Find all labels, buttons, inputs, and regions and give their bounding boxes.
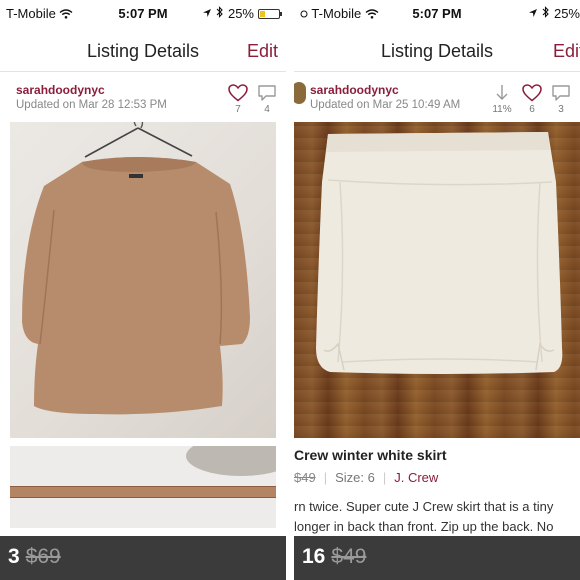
item-size: Size: 6 bbox=[335, 470, 375, 485]
seller-row: sarahdoodynyc Updated on Mar 25 10:49 AM… bbox=[294, 78, 580, 120]
skirt-image bbox=[316, 132, 563, 374]
current-price: 16 bbox=[302, 545, 326, 568]
price-display: 3 $69 bbox=[8, 545, 61, 569]
item-description: rn twice. Super cute J Crew skirt that i… bbox=[294, 497, 578, 537]
item-price-line: $49 | Size: 6 | J. Crew bbox=[294, 470, 438, 485]
heart-icon[interactable] bbox=[520, 84, 544, 102]
second-photo-thumbnail[interactable] bbox=[10, 446, 276, 528]
item-info: Crew winter white skirt $49 | Size: 6 | J. C… bbox=[294, 444, 580, 536]
listing-photo[interactable] bbox=[10, 122, 276, 438]
updated-timestamp: Updated on Mar 28 12:53 PM bbox=[16, 99, 167, 111]
price-bar: 16 $49 bbox=[294, 536, 580, 580]
price-display: 16 $49 bbox=[302, 545, 366, 569]
location-arrow-icon bbox=[528, 6, 538, 21]
item-brand[interactable]: J. Crew bbox=[394, 470, 438, 485]
location-arrow-icon bbox=[202, 6, 212, 21]
listing-panel-right: T-Mobile 5:07 PM 25% Listing Details Edi… bbox=[294, 0, 580, 580]
description-line: longer in back than front. Zip up the ba… bbox=[294, 519, 554, 534]
battery-icon bbox=[258, 8, 282, 19]
avatar[interactable] bbox=[294, 82, 306, 104]
panel-divider bbox=[286, 0, 294, 580]
right-status-group: 25% bbox=[202, 6, 282, 21]
price-drop-arrow-icon bbox=[490, 84, 514, 102]
like-stat[interactable]: 7 bbox=[226, 84, 250, 115]
page-title: Listing Details bbox=[86, 41, 200, 61]
comment-count: 3 bbox=[558, 104, 564, 115]
nav-bar: Listing Details Edit bbox=[294, 30, 580, 72]
bluetooth-icon bbox=[216, 6, 224, 21]
price-bar: 3 $69 bbox=[0, 536, 286, 580]
item-title: Crew winter white skirt bbox=[294, 447, 447, 463]
current-price: 3 bbox=[8, 545, 20, 568]
comment-stat[interactable]: 3 bbox=[549, 84, 573, 115]
seller-username[interactable]: sarahdoodynyc bbox=[310, 83, 399, 97]
edit-button[interactable]: Edit bbox=[553, 41, 580, 62]
right-status-group: 25% bbox=[528, 6, 580, 21]
separator: | bbox=[323, 470, 328, 485]
original-price: $69 bbox=[25, 545, 61, 568]
price-drop-stat: 11% bbox=[490, 84, 514, 115]
seller-username[interactable]: sarahdoodynyc bbox=[16, 83, 105, 97]
bluetooth-icon bbox=[542, 6, 550, 21]
item-original-price: $49 bbox=[294, 470, 316, 485]
separator: | bbox=[382, 470, 387, 485]
comment-icon[interactable] bbox=[549, 84, 573, 102]
comment-count: 4 bbox=[264, 104, 270, 115]
updated-timestamp: Updated on Mar 25 10:49 AM bbox=[310, 99, 461, 111]
original-price: $49 bbox=[331, 545, 367, 568]
comment-stat[interactable]: 4 bbox=[255, 84, 279, 115]
nav-bar: Listing Details Edit bbox=[0, 30, 286, 72]
listing-panel-left: T-Mobile 5:07 PM 25% Listing Details Edi… bbox=[0, 0, 286, 580]
comment-icon[interactable] bbox=[255, 84, 279, 102]
status-bar: T-Mobile 5:07 PM 25% bbox=[0, 0, 286, 26]
seller-row: sarahdoodynyc Updated on Mar 28 12:53 PM… bbox=[0, 78, 286, 120]
listing-photo[interactable] bbox=[294, 122, 580, 438]
like-stat[interactable]: 6 bbox=[520, 84, 544, 115]
battery-percent: 25% bbox=[553, 6, 580, 21]
page-title: Listing Details bbox=[380, 41, 494, 61]
status-bar: T-Mobile 5:07 PM 25% bbox=[294, 0, 580, 26]
like-count: 7 bbox=[235, 104, 241, 115]
like-count: 6 bbox=[529, 104, 535, 115]
edit-button[interactable]: Edit bbox=[247, 41, 278, 62]
heart-icon[interactable] bbox=[226, 84, 250, 102]
description-line: rn twice. Super cute J Crew skirt that i… bbox=[294, 499, 554, 514]
sweater-image bbox=[22, 122, 250, 415]
battery-percent: 25% bbox=[227, 6, 254, 21]
price-drop-percent: 11% bbox=[492, 104, 512, 115]
